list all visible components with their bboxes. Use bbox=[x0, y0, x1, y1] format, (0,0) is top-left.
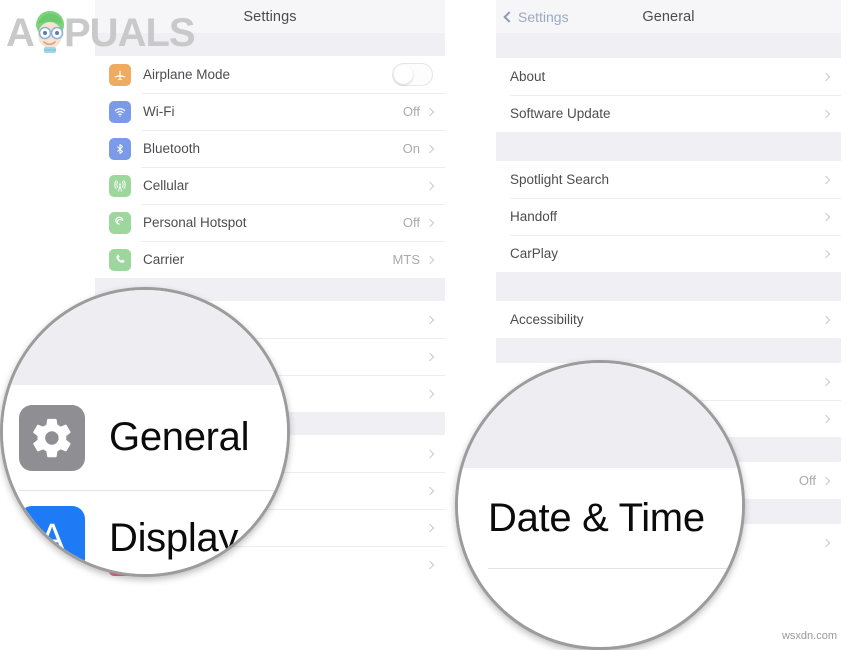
chevron-right-icon bbox=[425, 218, 435, 227]
bluetooth-icon bbox=[109, 137, 131, 160]
row-carrier[interactable]: Carrier MTS bbox=[95, 241, 445, 278]
row-label: Wi-Fi bbox=[143, 104, 175, 119]
magnified-row-date-time[interactable]: Date & Time bbox=[458, 468, 742, 568]
row-label: Handoff bbox=[510, 209, 558, 224]
row-label: Software Update bbox=[510, 106, 611, 121]
chevron-right-icon bbox=[425, 181, 435, 190]
row-label: Spotlight Search bbox=[510, 172, 610, 187]
row-label: CarPlay bbox=[510, 246, 559, 261]
chevron-right-icon bbox=[425, 449, 435, 458]
group-gap bbox=[496, 272, 841, 301]
toggle-knob bbox=[394, 65, 413, 84]
chevron-right-icon bbox=[821, 72, 831, 81]
row-spotlight-search[interactable]: Spotlight Search bbox=[496, 161, 841, 198]
chevron-right-icon bbox=[425, 107, 435, 116]
back-button-label: Settings bbox=[518, 8, 569, 25]
row-label: Personal Hotspot bbox=[143, 215, 247, 230]
chevron-right-icon bbox=[425, 560, 435, 569]
magnified-row-general[interactable]: General bbox=[3, 385, 287, 490]
row-value: Off bbox=[402, 215, 420, 230]
right-nav-bar: Settings General bbox=[496, 0, 841, 33]
chevron-right-icon bbox=[821, 315, 831, 324]
row-carplay[interactable]: CarPlay bbox=[496, 235, 841, 272]
row-value: Off bbox=[402, 104, 420, 119]
row-label: About bbox=[510, 69, 546, 84]
svg-text:PUALS: PUALS bbox=[64, 11, 195, 55]
row-value: Off bbox=[798, 473, 816, 488]
row-handoff[interactable]: Handoff bbox=[496, 198, 841, 235]
wifi-icon bbox=[109, 100, 131, 123]
chevron-right-icon bbox=[425, 255, 435, 264]
svg-text:A: A bbox=[6, 11, 34, 55]
date-time-magnifier: Date & Time bbox=[455, 360, 745, 650]
chevron-right-icon bbox=[425, 523, 435, 532]
right-nav-title: General bbox=[642, 8, 695, 25]
watermark: wsxdn.com bbox=[781, 630, 837, 642]
back-button[interactable]: Settings bbox=[503, 8, 569, 25]
chevron-left-icon bbox=[503, 10, 515, 23]
group-gap bbox=[496, 33, 841, 58]
row-wifi[interactable]: Wi-Fi Off bbox=[95, 93, 445, 130]
row-label: Accessibility bbox=[510, 312, 584, 327]
chevron-right-icon bbox=[425, 352, 435, 361]
chevron-right-icon bbox=[425, 144, 435, 153]
row-about[interactable]: About bbox=[496, 58, 841, 95]
screenshot-root: Settings Airplane Mode Wi-Fi Off Bluetoo… bbox=[0, 0, 847, 650]
magnifier-separator bbox=[488, 568, 742, 569]
chevron-right-icon bbox=[821, 377, 831, 386]
group-gap bbox=[496, 338, 841, 363]
left-nav-title: Settings bbox=[243, 8, 297, 25]
row-bluetooth[interactable]: Bluetooth On bbox=[95, 130, 445, 167]
group-gap bbox=[496, 132, 841, 161]
airplane-mode-toggle[interactable] bbox=[392, 63, 433, 86]
gear-icon bbox=[19, 404, 85, 471]
chevron-right-icon bbox=[821, 212, 831, 221]
chevron-right-icon bbox=[821, 538, 831, 547]
row-label: Airplane Mode bbox=[143, 67, 231, 82]
spotlight-group: Spotlight Search Handoff CarPlay bbox=[496, 161, 841, 272]
about-group: About Software Update bbox=[496, 58, 841, 132]
connectivity-group: Airplane Mode Wi-Fi Off Bluetooth On Cel… bbox=[95, 56, 445, 278]
row-personal-hotspot[interactable]: Personal Hotspot Off bbox=[95, 204, 445, 241]
row-software-update[interactable]: Software Update bbox=[496, 95, 841, 132]
row-accessibility[interactable]: Accessibility bbox=[496, 301, 841, 338]
row-cellular[interactable]: Cellular bbox=[95, 167, 445, 204]
appuals-logo: A PUALS bbox=[6, 4, 221, 56]
chevron-right-icon bbox=[821, 249, 831, 258]
appuals-mascot-icon bbox=[36, 11, 64, 53]
row-label: Bluetooth bbox=[143, 141, 201, 156]
chevron-right-icon bbox=[425, 486, 435, 495]
general-magnifier: General A Display bbox=[0, 287, 290, 577]
chevron-right-icon bbox=[425, 315, 435, 324]
chevron-right-icon bbox=[821, 414, 831, 423]
magnified-label-general: General bbox=[109, 415, 250, 459]
chevron-right-icon bbox=[821, 175, 831, 184]
row-value: MTS bbox=[392, 252, 420, 267]
chevron-right-icon bbox=[821, 476, 831, 485]
row-airplane-mode[interactable]: Airplane Mode bbox=[95, 56, 445, 93]
magnified-label-date-time: Date & Time bbox=[488, 495, 705, 540]
magnified-row-display[interactable]: A Display bbox=[3, 491, 287, 574]
chevron-right-icon bbox=[821, 109, 831, 118]
airplane-icon bbox=[109, 63, 131, 86]
row-label: Cellular bbox=[143, 178, 189, 193]
accessibility-group: Accessibility bbox=[496, 301, 841, 338]
display-a-icon: A bbox=[19, 505, 85, 572]
phone-icon bbox=[109, 248, 131, 271]
row-label: Carrier bbox=[143, 252, 185, 267]
row-value: On bbox=[402, 141, 420, 156]
magnified-label-display: Display bbox=[109, 516, 239, 560]
hotspot-icon bbox=[109, 211, 131, 234]
cellular-icon bbox=[109, 174, 131, 197]
chevron-right-icon bbox=[425, 389, 435, 398]
